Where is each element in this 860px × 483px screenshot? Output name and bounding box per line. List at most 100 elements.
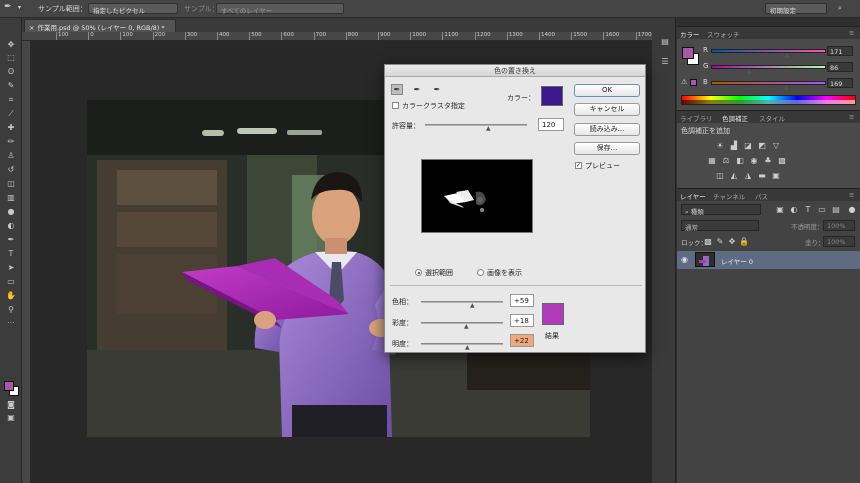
- cancel-button[interactable]: キャンセル: [574, 103, 640, 116]
- color-panel-foreground-swatch[interactable]: [682, 47, 694, 59]
- curves-icon[interactable]: ◪: [743, 141, 753, 150]
- search-icon[interactable]: ⌕: [838, 4, 842, 13]
- blue-slider[interactable]: [711, 81, 826, 85]
- green-value[interactable]: 86: [827, 62, 853, 72]
- dodge-tool-icon[interactable]: ◐: [5, 220, 17, 231]
- green-slider[interactable]: [711, 65, 826, 69]
- filter-type-icon[interactable]: T: [803, 205, 813, 214]
- hue-saturation-icon[interactable]: ▦: [707, 156, 717, 165]
- eyedropper-subtract-icon[interactable]: ✒: [431, 84, 443, 95]
- panel-menu-icon[interactable]: ≡: [849, 29, 854, 37]
- fuzziness-input[interactable]: 120: [538, 118, 564, 131]
- save-button[interactable]: 保存...: [574, 142, 640, 155]
- document-tab[interactable]: × 作業用.psd @ 50% (レイヤー 0, RGB/8) *: [24, 19, 176, 32]
- marquee-tool-icon[interactable]: ⬚: [5, 52, 17, 63]
- threshold-icon[interactable]: ◮: [743, 171, 753, 180]
- eyedropper-sample-icon[interactable]: ✒: [391, 84, 403, 95]
- red-value[interactable]: 171: [827, 46, 853, 56]
- red-slider-thumb[interactable]: ▲: [785, 53, 791, 59]
- filter-smart-icon[interactable]: ▤: [831, 205, 841, 214]
- tab-swatches[interactable]: スウォッチ: [707, 29, 740, 39]
- tab-libraries[interactable]: ライブラリ: [680, 113, 713, 123]
- foreground-color-swatch[interactable]: [4, 381, 14, 391]
- posterize-icon[interactable]: ◭: [729, 171, 739, 180]
- localized-clusters-checkbox[interactable]: [392, 102, 399, 109]
- invert-icon[interactable]: ◫: [715, 171, 725, 180]
- filter-adjustment-icon[interactable]: ◐: [789, 205, 799, 214]
- quick-select-tool-icon[interactable]: ✎: [5, 80, 17, 91]
- selection-radio[interactable]: [415, 269, 422, 276]
- more-tools-icon[interactable]: …: [5, 316, 17, 327]
- gamut-warning-icon[interactable]: ⚠: [681, 78, 687, 86]
- selective-color-icon[interactable]: ▣: [771, 171, 781, 180]
- color-balance-icon[interactable]: ⚖: [721, 156, 731, 165]
- panel-menu-icon[interactable]: ≡: [849, 113, 854, 121]
- channel-mixer-icon[interactable]: ♣: [763, 156, 773, 165]
- vibrance-icon[interactable]: ▽: [771, 141, 781, 150]
- panel-menu-icon[interactable]: ≡: [849, 191, 854, 199]
- path-select-tool-icon[interactable]: ➤: [5, 262, 17, 273]
- saturation-slider[interactable]: [421, 322, 503, 324]
- pen-tool-icon[interactable]: ✒: [5, 234, 17, 245]
- zoom-tool-icon[interactable]: ⚲: [5, 304, 17, 315]
- tab-paths[interactable]: パス: [755, 191, 768, 201]
- blend-mode-select[interactable]: 通常: [681, 220, 759, 232]
- fuzziness-slider[interactable]: [425, 124, 527, 126]
- gamut-swatch[interactable]: [690, 79, 697, 86]
- saturation-input[interactable]: +18: [510, 314, 534, 327]
- filter-toggle-icon[interactable]: ●: [847, 205, 857, 214]
- blue-slider-thumb[interactable]: ▲: [784, 85, 790, 91]
- history-panel-icon[interactable]: ▤: [659, 36, 671, 47]
- hue-slider[interactable]: [421, 301, 503, 303]
- layer-name[interactable]: レイヤー 0: [721, 256, 753, 266]
- lock-position-icon[interactable]: ✥: [727, 237, 737, 246]
- blur-tool-icon[interactable]: ●: [5, 206, 17, 217]
- lock-all-icon[interactable]: 🔒: [739, 237, 749, 246]
- load-button[interactable]: 読み込み...: [574, 123, 640, 136]
- black-white-icon[interactable]: ◧: [735, 156, 745, 165]
- layer-filter-select[interactable]: ⌕ 種類: [681, 204, 761, 216]
- eraser-tool-icon[interactable]: ◫: [5, 178, 17, 189]
- photo-filter-icon[interactable]: ◉: [749, 156, 759, 165]
- lasso-tool-icon[interactable]: ʘ: [5, 66, 17, 77]
- clone-stamp-tool-icon[interactable]: ♙: [5, 150, 17, 161]
- fuzziness-slider-thumb[interactable]: ▲: [486, 126, 492, 132]
- type-tool-icon[interactable]: T: [5, 248, 17, 259]
- selection-preview[interactable]: [421, 159, 533, 233]
- brightness-contrast-icon[interactable]: ☀: [715, 141, 725, 150]
- lightness-input[interactable]: +22: [510, 334, 534, 347]
- exposure-icon[interactable]: ◩: [757, 141, 767, 150]
- history-brush-tool-icon[interactable]: ↺: [5, 164, 17, 175]
- tab-styles[interactable]: スタイル: [759, 113, 785, 123]
- tab-layers[interactable]: レイヤー: [680, 191, 706, 201]
- filter-shape-icon[interactable]: ▭: [817, 205, 827, 214]
- quick-mask-icon[interactable]: ◙: [5, 399, 17, 410]
- tab-adjustments[interactable]: 色調補正: [722, 113, 748, 123]
- crop-tool-icon[interactable]: ⌗: [5, 94, 17, 105]
- hand-tool-icon[interactable]: ✋: [5, 290, 17, 301]
- hue-slider-thumb[interactable]: ▲: [470, 303, 476, 309]
- close-icon[interactable]: ×: [29, 24, 34, 32]
- red-slider[interactable]: [711, 49, 826, 53]
- sample-layers-select[interactable]: すべてのレイヤー: [216, 3, 344, 15]
- lock-image-icon[interactable]: ✎: [715, 237, 725, 246]
- spot-healing-tool-icon[interactable]: ✚: [5, 122, 17, 133]
- preview-checkbox[interactable]: ✓: [575, 162, 582, 169]
- gradient-tool-icon[interactable]: ▥: [5, 192, 17, 203]
- target-color-swatch[interactable]: [541, 86, 563, 106]
- blue-value[interactable]: 169: [827, 78, 853, 88]
- workspace-select[interactable]: 初期設定: [765, 3, 827, 15]
- ok-button[interactable]: OK: [574, 84, 640, 97]
- green-slider-thumb[interactable]: ▲: [747, 69, 753, 75]
- tool-preset-chevron-icon[interactable]: ▾: [18, 4, 21, 11]
- shape-tool-icon[interactable]: ▭: [5, 276, 17, 287]
- properties-panel-icon[interactable]: ☰: [659, 56, 671, 67]
- lock-transparent-icon[interactable]: ▩: [703, 237, 713, 246]
- lightness-slider[interactable]: [421, 343, 503, 345]
- levels-icon[interactable]: ▟: [729, 141, 739, 150]
- brush-tool-icon[interactable]: ✏: [5, 136, 17, 147]
- saturation-slider-thumb[interactable]: ▲: [464, 324, 470, 330]
- color-ramp[interactable]: [681, 95, 856, 105]
- fill-input[interactable]: 100%: [823, 236, 855, 247]
- layer-row[interactable]: ◉ レイヤー 0: [677, 251, 860, 269]
